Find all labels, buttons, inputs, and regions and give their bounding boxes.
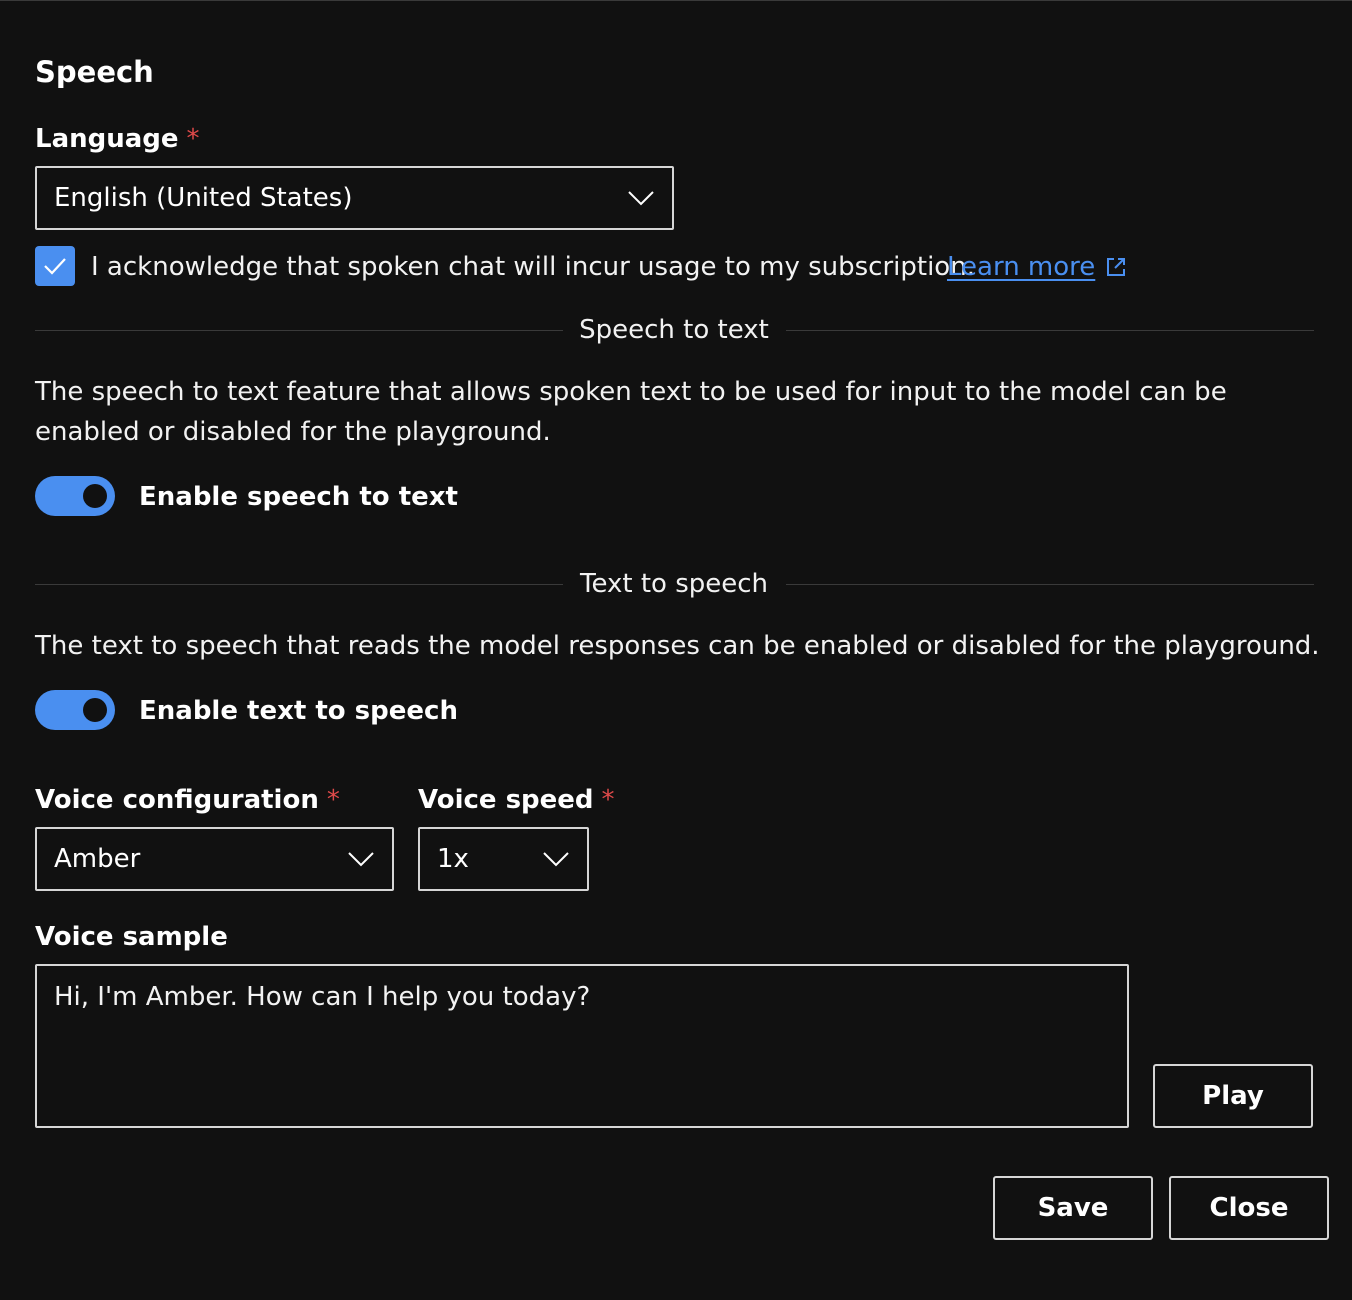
speech-to-text-toggle-label: Enable speech to text [139, 482, 458, 512]
chevron-down-icon [628, 191, 654, 206]
voice-configuration-dropdown[interactable]: Amber [35, 827, 394, 891]
chevron-down-icon [348, 852, 374, 867]
voice-speed-label: Voice speed * [418, 783, 615, 817]
text-to-speech-section-title: Text to speech [579, 569, 769, 599]
required-mark: * [326, 785, 340, 815]
language-selected-value: English (United States) [54, 183, 353, 213]
save-button[interactable]: Save [993, 1176, 1153, 1240]
learn-more-link[interactable]: Learn more [947, 250, 1127, 284]
learn-more-text: Learn more [947, 252, 1096, 282]
language-label: Language * [35, 122, 200, 156]
voice-speed-selected-value: 1x [437, 844, 469, 874]
voice-configuration-selected-value: Amber [54, 844, 141, 874]
text-to-speech-toggle[interactable] [35, 690, 115, 730]
text-to-speech-toggle-label: Enable text to speech [139, 696, 458, 726]
text-to-speech-description: The text to speech that reads the model … [35, 631, 1320, 661]
voice-configuration-label: Voice configuration * [35, 783, 340, 817]
required-mark: * [601, 785, 615, 815]
language-label-text: Language [35, 124, 179, 154]
dialog-title: Speech [35, 55, 154, 89]
checkmark-icon [44, 258, 66, 275]
voice-speed-label-text: Voice speed [418, 785, 594, 815]
speech-to-text-section-title: Speech to text [579, 315, 769, 345]
close-button[interactable]: Close [1169, 1176, 1329, 1240]
toggle-knob [83, 484, 107, 508]
speech-to-text-description: The speech to text feature that allows s… [35, 377, 1227, 447]
toggle-knob [83, 698, 107, 722]
dialog-top-border [0, 0, 1352, 1]
acknowledge-checkbox[interactable] [35, 246, 75, 286]
voice-sample-label: Voice sample [35, 922, 228, 952]
language-dropdown[interactable]: English (United States) [35, 166, 674, 230]
play-button[interactable]: Play [1153, 1064, 1313, 1128]
external-link-icon [1107, 258, 1126, 276]
required-mark: * [186, 124, 200, 154]
chevron-down-icon [543, 852, 569, 867]
speech-to-text-toggle[interactable] [35, 476, 115, 516]
voice-speed-dropdown[interactable]: 1x [418, 827, 589, 891]
acknowledge-text: I acknowledge that spoken chat will incu… [91, 252, 975, 282]
voice-sample-textarea[interactable]: Hi, I'm Amber. How can I help you today? [35, 964, 1129, 1128]
voice-configuration-label-text: Voice configuration [35, 785, 319, 815]
